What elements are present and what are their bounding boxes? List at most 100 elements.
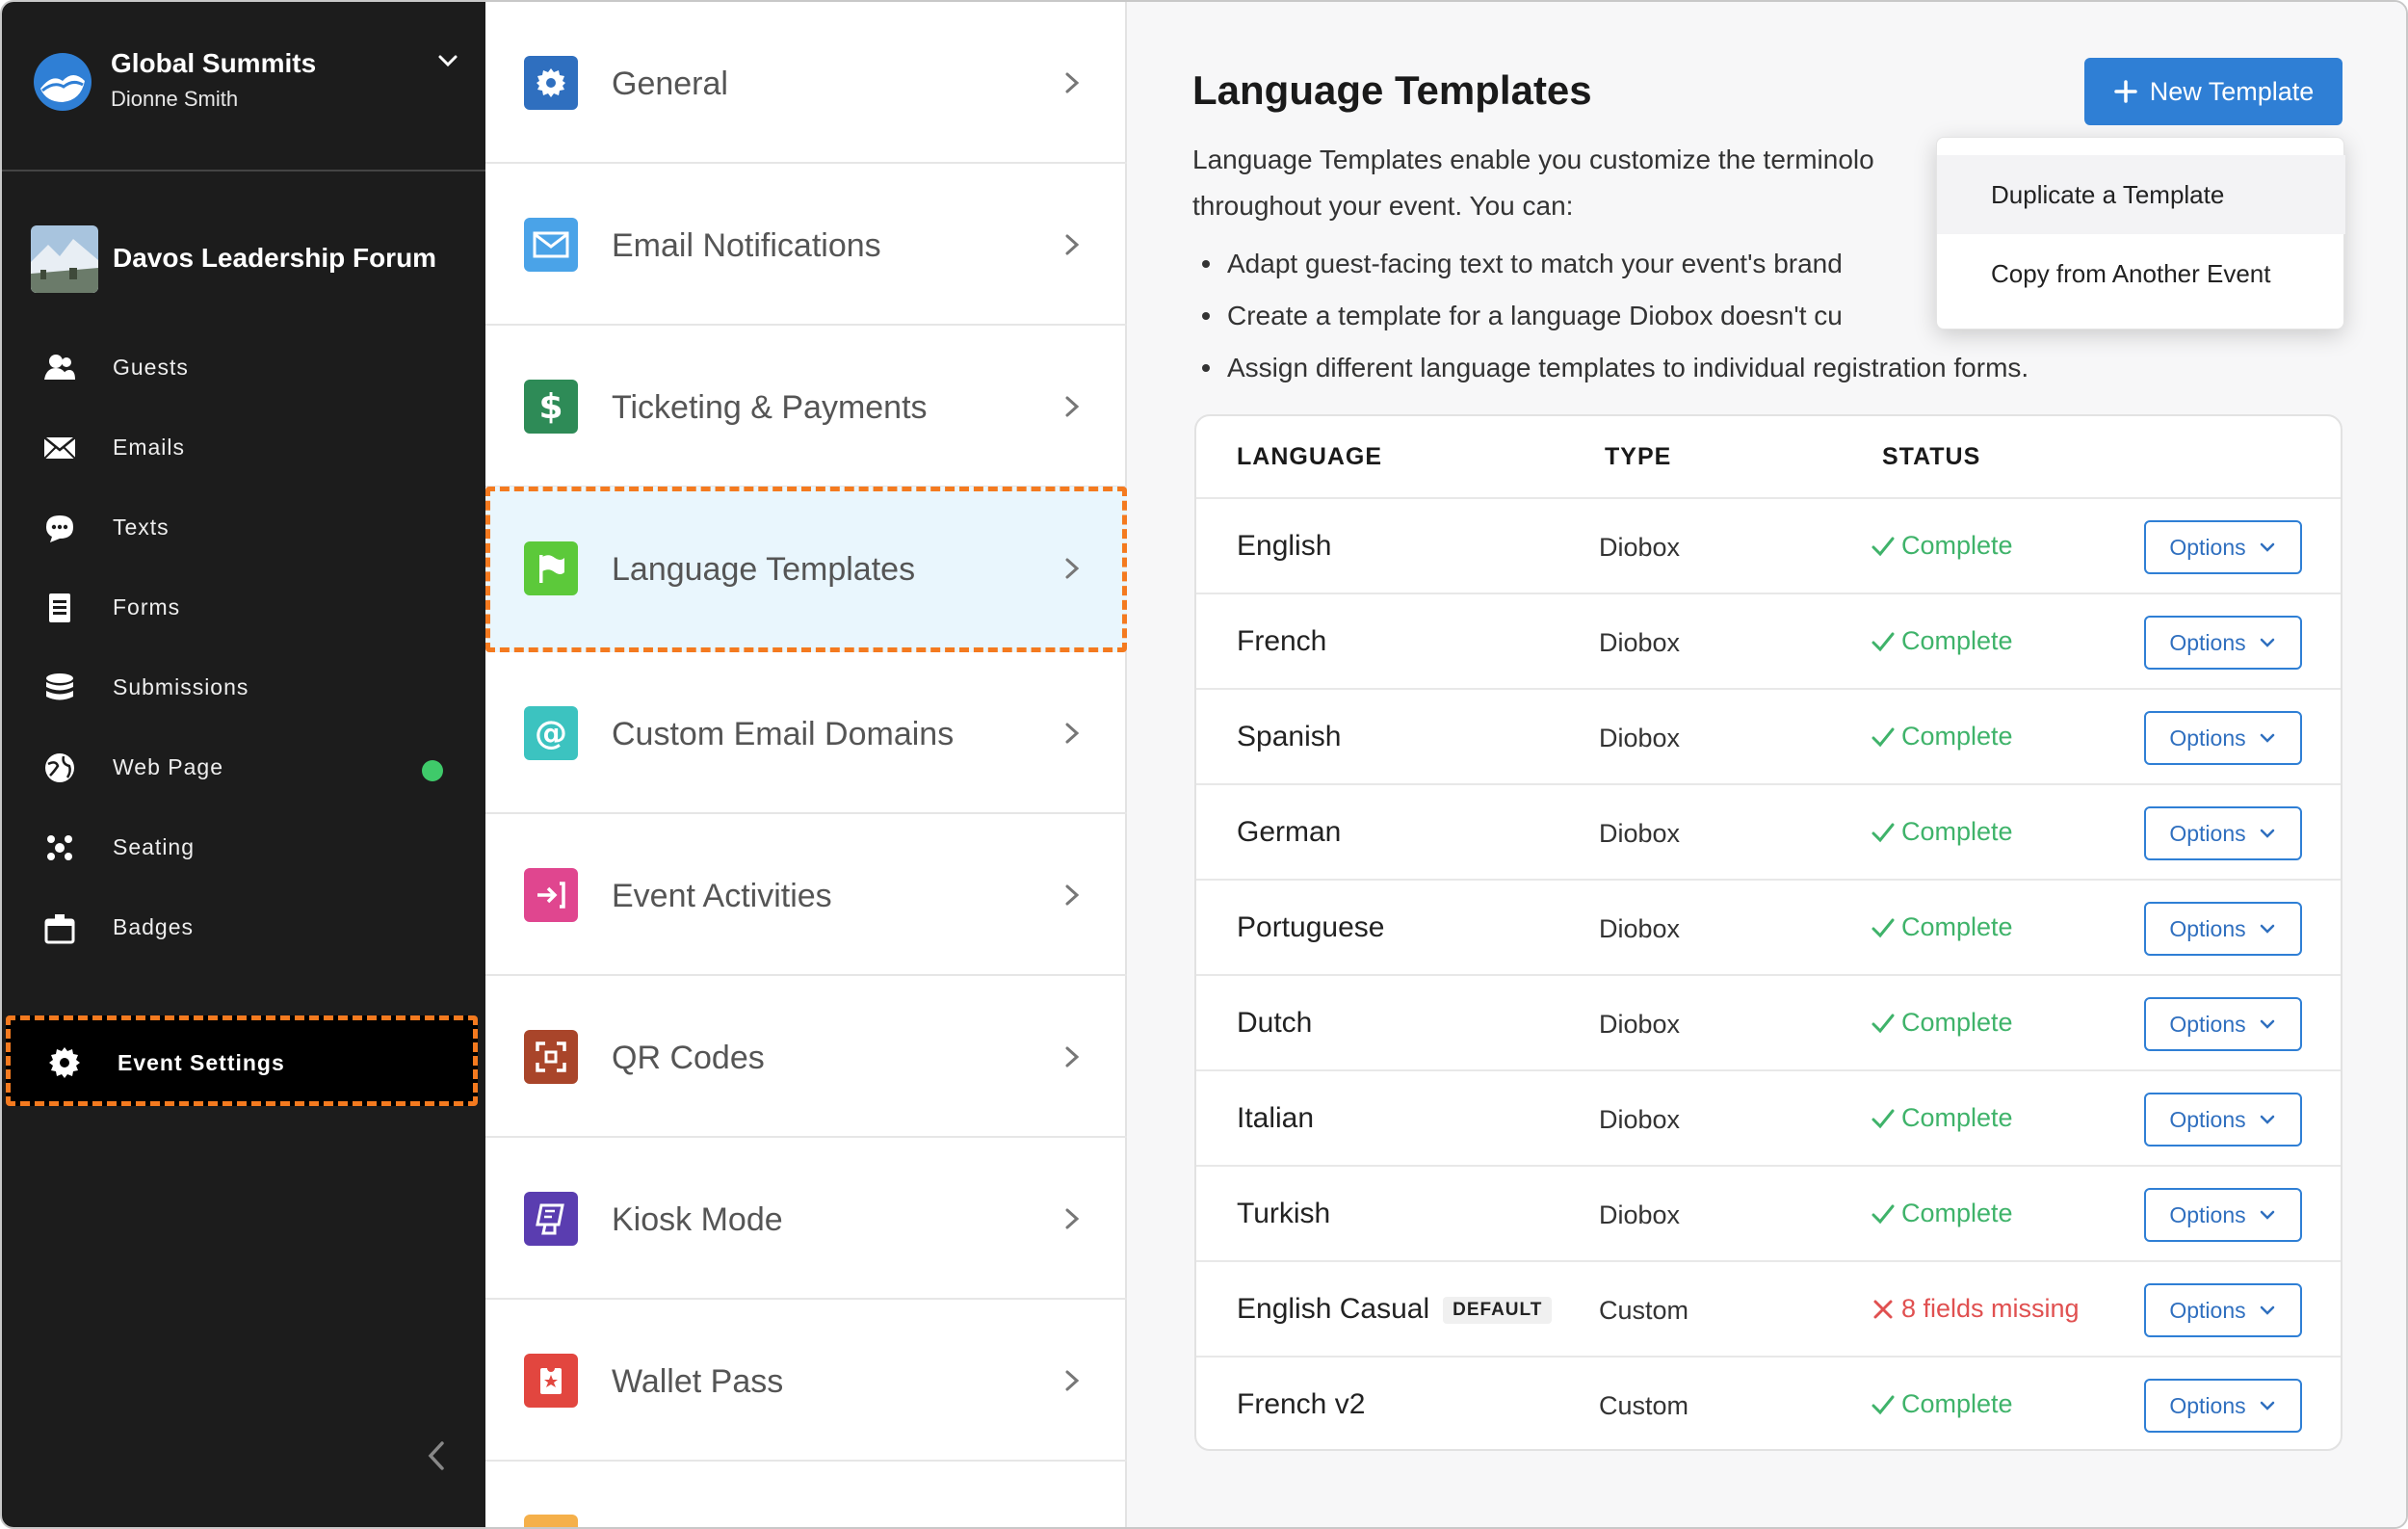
settings-item-event-activities[interactable]: Event Activities (485, 814, 1127, 976)
options-button[interactable]: Options (2144, 997, 2302, 1051)
status-text: Complete (1901, 531, 2013, 560)
settings-item-ticketing-payments[interactable]: $ Ticketing & Payments (485, 326, 1127, 488)
org-name: Global Summits (111, 48, 317, 78)
menu-item-duplicate-template[interactable]: Duplicate a Template (1937, 155, 2345, 234)
status-text: Complete (1901, 1199, 2013, 1227)
table-row: Turkish Diobox Complete Options (1196, 1165, 2341, 1260)
nav-label: Submissions (113, 674, 249, 699)
nav-item-seating[interactable]: Seating (2, 817, 485, 879)
nav-label: Texts (113, 514, 170, 540)
guests-icon (44, 355, 75, 380)
nav-item-badges[interactable]: Badges (2, 897, 485, 959)
chevron-down-icon (2260, 829, 2274, 838)
kiosk-icon (524, 1192, 578, 1246)
settings-item-language-templates[interactable]: Language Templates (485, 487, 1127, 652)
chevron-down-icon (2260, 1019, 2274, 1029)
language-name: Spanish (1237, 721, 1342, 752)
menu-item-copy-from-event[interactable]: Copy from Another Event (1937, 234, 2345, 313)
options-label: Options (2169, 534, 2246, 560)
options-label: Options (2169, 629, 2246, 655)
seating-icon (47, 835, 72, 860)
status-cell: Complete (1871, 817, 2013, 847)
options-button[interactable]: Options (2144, 1283, 2302, 1337)
language-name: German (1237, 816, 1342, 848)
new-template-dropdown: Duplicate a Template Copy from Another E… (1936, 137, 2345, 330)
options-label: Options (2169, 1106, 2246, 1132)
checkmark-icon (1871, 1204, 1895, 1224)
options-button[interactable]: Options (2144, 616, 2302, 670)
status-cell: Complete (1871, 1103, 2013, 1133)
check-in-icon (524, 868, 578, 922)
collapse-sidebar-icon[interactable] (423, 1437, 452, 1474)
checkmark-icon (1871, 727, 1895, 747)
nav-item-web-page[interactable]: Web Page (2, 737, 485, 799)
settings-item-custom-email-domains[interactable]: @ Custom Email Domains (485, 652, 1127, 814)
current-event[interactable]: Davos Leadership Forum (31, 224, 474, 297)
chevron-down-icon (2260, 1115, 2274, 1124)
templates-table: LANGUAGE TYPE STATUS English Diobox Comple… (1194, 414, 2343, 1451)
status-text: Complete (1901, 626, 2013, 655)
status-cell: Complete (1871, 531, 2013, 561)
chevron-right-icon (1065, 558, 1080, 579)
checkmark-icon (1871, 1109, 1895, 1128)
language-cell: Dutch (1237, 1007, 1312, 1040)
new-template-label: New Template (2149, 76, 2315, 106)
org-logo-icon (34, 53, 92, 111)
options-button[interactable]: Options (2144, 711, 2302, 765)
options-button[interactable]: Options (2144, 1379, 2302, 1433)
nav-label: Emails (113, 435, 186, 460)
app-window: Global Summits Dionne Smith Davos Leader… (0, 0, 2408, 1529)
type-cell: Diobox (1599, 628, 1681, 657)
language-cell: French v2 (1237, 1388, 1365, 1421)
language-cell: Turkish (1237, 1198, 1330, 1230)
nav-label: Web Page (113, 754, 223, 779)
nav-item-event-settings[interactable]: Event Settings (6, 1015, 478, 1106)
chevron-down-icon (2260, 542, 2274, 552)
language-cell: Spanish (1237, 721, 1341, 753)
nav-item-texts[interactable]: Texts (2, 497, 485, 559)
language-cell: French (1237, 625, 1326, 658)
settings-item-kiosk-mode[interactable]: Kiosk Mode (485, 1138, 1127, 1300)
flag-icon (524, 541, 578, 595)
nav-item-forms[interactable]: Forms (2, 577, 485, 639)
feature-bullet: Assign different language templates to i… (1192, 347, 2348, 399)
chevron-down-icon (2260, 733, 2274, 743)
status-text: Complete (1901, 1008, 2013, 1037)
chevron-down-icon (2260, 1401, 2274, 1410)
options-label: Options (2169, 1201, 2246, 1227)
language-cell: Italian (1237, 1102, 1314, 1135)
nav-label: Guests (113, 355, 189, 380)
settings-item-label: Kiosk Mode (612, 1201, 783, 1238)
language-name: English Casual (1237, 1293, 1430, 1325)
new-template-button[interactable]: New Template (2084, 58, 2343, 125)
chevron-down-icon[interactable] (433, 46, 462, 75)
options-button[interactable]: Options (2144, 806, 2302, 860)
chevron-right-icon (1065, 1046, 1080, 1068)
settings-item-general[interactable]: General (485, 2, 1127, 164)
options-label: Options (2169, 1011, 2246, 1037)
type-cell: Diobox (1599, 533, 1681, 562)
settings-item-label: QR Codes (612, 1040, 765, 1076)
table-row: Spanish Diobox Complete Options (1196, 688, 2341, 783)
options-button[interactable]: Options (2144, 1188, 2302, 1242)
table-row: English Diobox Complete Options (1196, 497, 2341, 593)
type-cell: Diobox (1599, 819, 1681, 848)
settings-item-qr-codes[interactable]: QR Codes (485, 976, 1127, 1138)
column-header-language: LANGUAGE (1237, 443, 1383, 470)
options-button[interactable]: Options (2144, 1093, 2302, 1147)
chevron-right-icon (1065, 234, 1080, 255)
table-row: German Diobox Complete Options (1196, 783, 2341, 879)
nav-item-guests[interactable]: Guests (2, 337, 485, 399)
nav-item-emails[interactable]: Emails (2, 417, 485, 479)
options-button[interactable]: Options (2144, 520, 2302, 574)
options-label: Options (2169, 1297, 2246, 1323)
options-button[interactable]: Options (2144, 902, 2302, 956)
org-switcher[interactable]: Global Summits Dionne Smith (2, 2, 485, 171)
settings-item-wallet-pass[interactable]: Wallet Pass (485, 1300, 1127, 1462)
settings-item-email-notifications[interactable]: Email Notifications (485, 164, 1127, 326)
nav-item-submissions[interactable]: Submissions (2, 657, 485, 719)
chevron-down-icon (2260, 924, 2274, 934)
settings-item-label: Custom Email Domains (612, 716, 955, 752)
table-row: Dutch Diobox Complete Options (1196, 974, 2341, 1069)
status-cell: Complete (1871, 1389, 2013, 1419)
